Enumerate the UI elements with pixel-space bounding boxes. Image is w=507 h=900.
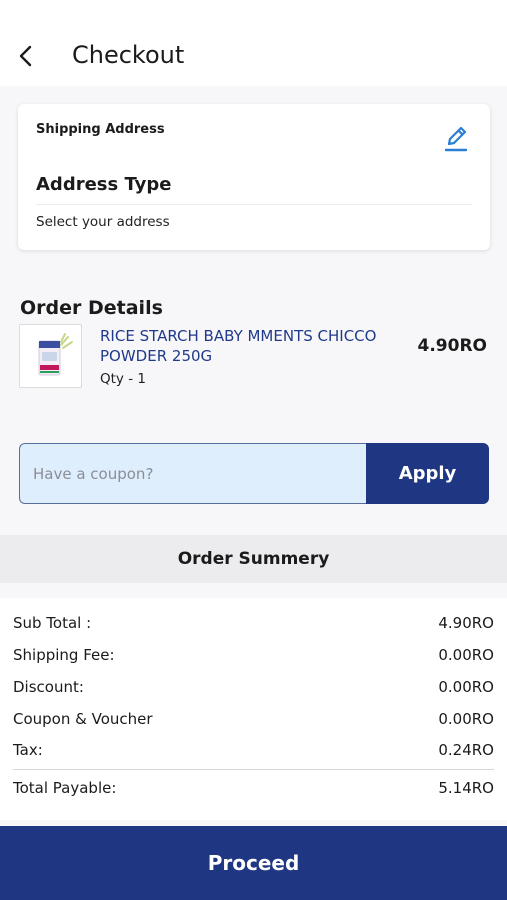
summary-row-subtotal: Sub Total : 4.90RO [13,614,494,636]
divider [13,769,494,770]
proceed-button[interactable]: Proceed [0,826,507,900]
order-summary-title: Order Summery [0,535,507,583]
summary-label: Tax: [13,741,43,759]
summary-value: 0.00RO [438,710,494,728]
product-name[interactable]: RICE STARCH BABY MMENTS CHICCO POWDER 25… [100,326,410,366]
summary-label: Discount: [13,678,84,696]
order-details-title: Order Details [20,297,163,319]
summary-row-shipping: Shipping Fee: 0.00RO [13,646,494,668]
coupon-input[interactable] [19,443,367,504]
app-header: Checkout [0,0,507,86]
address-type-heading: Address Type [36,174,172,195]
shipping-address-card[interactable]: Shipping Address Address Type Select you… [18,104,490,250]
summary-row-tax: Tax: 0.24RO [13,741,494,763]
summary-value: 0.00RO [438,646,494,664]
summary-label: Coupon & Voucher [13,710,153,728]
summary-value: 0.00RO [438,678,494,696]
order-summary-panel: Sub Total : 4.90RO Shipping Fee: 0.00RO … [0,598,507,820]
summary-value: 0.24RO [438,741,494,759]
product-price: 4.90RO [417,336,488,356]
pencil-icon[interactable] [442,122,470,154]
summary-label: Sub Total : [13,614,92,632]
apply-coupon-button[interactable]: Apply [366,443,489,504]
page-title: Checkout [72,41,185,69]
total-value: 5.14RO [438,779,494,797]
back-arrow-icon[interactable] [12,40,40,72]
divider [36,204,472,205]
total-label: Total Payable: [13,779,117,797]
product-qty: Qty - 1 [100,371,146,387]
summary-label: Shipping Fee: [13,646,115,664]
product-image[interactable] [19,324,82,388]
shipping-address-label: Shipping Address [36,122,165,137]
summary-row-discount: Discount: 0.00RO [13,678,494,700]
summary-row-total: Total Payable: 5.14RO [13,779,494,801]
summary-row-coupon: Coupon & Voucher 0.00RO [13,710,494,732]
summary-value: 4.90RO [438,614,494,632]
select-address-text[interactable]: Select your address [36,214,170,230]
